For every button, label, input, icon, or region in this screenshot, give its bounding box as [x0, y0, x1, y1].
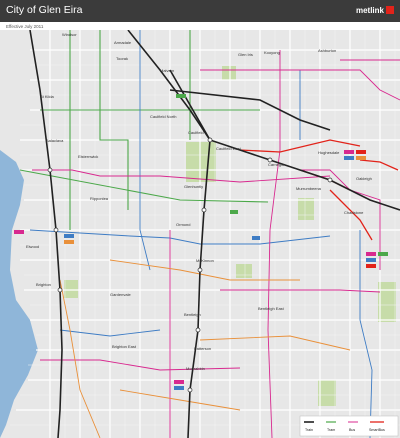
park-centre	[236, 264, 252, 278]
bus-routes-blue	[29, 30, 373, 438]
legend-bus: Bus	[349, 428, 355, 432]
place-label: Glen Iris	[238, 52, 253, 57]
map-poster: City of Glen Eira metlink Effective July…	[0, 0, 400, 438]
place-label: Armadale	[114, 40, 132, 45]
park-caulfield-racecourse	[186, 142, 216, 182]
place-label: Brighton East	[112, 344, 137, 349]
map-canvas: Windsor Armadale Toorak Malvern Kooyong …	[0, 30, 400, 438]
place-label: Elsternwick	[78, 154, 98, 159]
place-label: Carnegie	[268, 162, 285, 167]
place-label: Bentleigh	[184, 312, 201, 317]
brand-name: metlink	[355, 6, 384, 15]
place-label: Chadstone	[344, 210, 364, 215]
place-label: Toorak	[116, 56, 128, 61]
effective-date: Effective July 2011	[6, 24, 44, 29]
place-label: Caulfield North	[150, 114, 176, 119]
place-label: Ripponlea	[90, 196, 109, 201]
place-label: Bentleigh East	[258, 306, 285, 311]
place-label: Hughesdale	[318, 150, 340, 155]
place-label: Brighton	[36, 282, 51, 287]
route-map[interactable]: Windsor Armadale Toorak Malvern Kooyong …	[0, 30, 400, 438]
legend-smartbus: SmartBus	[369, 428, 385, 432]
sandringham-line	[29, 30, 63, 438]
place-label: McKinnon	[196, 258, 214, 263]
place-label: Oakleigh	[356, 176, 372, 181]
title-bar: City of Glen Eira metlink	[0, 0, 400, 22]
place-label: Kooyong	[264, 50, 280, 55]
place-label: Malvern	[160, 68, 174, 73]
park-south	[318, 380, 336, 406]
metlink-logo: metlink	[356, 6, 394, 15]
place-label: Murrumbeena	[296, 186, 322, 191]
park-southeast	[378, 282, 396, 322]
place-label: Ashburton	[318, 48, 336, 53]
place-label: Gardenvale	[110, 292, 131, 297]
place-label: Windsor	[62, 32, 77, 37]
legend-tram: Tram	[327, 428, 335, 432]
brand-mark-icon	[386, 6, 394, 14]
place-label: Moorabbin	[186, 366, 205, 371]
place-label: Elwood	[26, 244, 39, 249]
park-sw	[64, 280, 78, 298]
place-label: Caulfield East	[216, 146, 242, 151]
place-label: Ormond	[176, 222, 190, 227]
legend: Train Tram Bus SmartBus	[299, 415, 399, 437]
place-label: Balaclava	[46, 138, 64, 143]
place-label: Caulfield	[188, 130, 204, 135]
place-label: St Kilda	[40, 94, 55, 99]
place-label: Patterson	[194, 346, 211, 351]
page-title: City of Glen Eira	[6, 4, 83, 16]
place-label: Glenhuntly	[184, 184, 203, 189]
park-north	[222, 66, 236, 80]
park-east	[298, 198, 314, 220]
legend-train: Train	[305, 428, 313, 432]
